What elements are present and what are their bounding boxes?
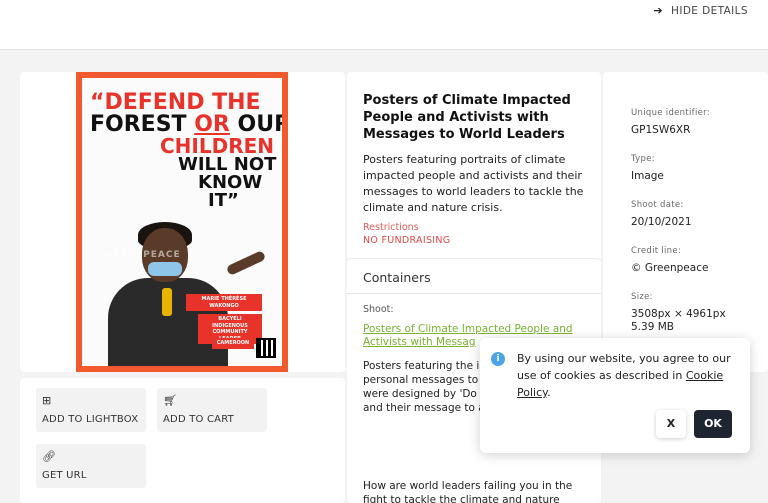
detail-label: Size: [631,292,653,302]
detail-label: Credit line: [631,246,682,256]
poster-name-label: MARIE THÉRÈSE WAKONGO [186,294,262,311]
containers-question: How are world leaders failing you in the… [363,480,573,503]
description-panel: Posters of Climate Impacted People and A… [347,72,601,260]
poster-quote-line: KNOW [198,172,263,193]
shoot-label: Shoot: [363,304,394,315]
poster-artwork: “DEFEND THE FOREST OR OUR CHILDREN WILL … [82,78,282,366]
details-panel: Unique identifier: GP1SW6XR Type: Image … [603,72,768,372]
detail-value: 20/10/2021 [631,216,692,228]
detail-value: © Greenpeace [631,262,709,274]
detail-value: 5.39 MB [631,321,674,333]
info-icon: i [491,352,505,366]
portrait-microphone [162,288,172,316]
detail-unique-identifier: Unique identifier: GP1SW6XR [631,108,710,137]
poster-watermark: GREENPEACE [104,250,181,260]
restrictions-value: NO FUNDRAISING [363,235,451,246]
cookie-text-end: . [547,386,551,399]
poster-quote-line: “DEFEND THE [90,90,261,115]
cookie-consent-popup: i By using our website, you agree to our… [480,338,750,453]
detail-size: Size: 3508px × 4961px 5.39 MB [631,292,726,334]
restrictions-label: Restrictions [363,222,419,233]
poster-quote: “DEFEND THE FOREST OR OUR CHILDREN WILL … [90,92,282,210]
add-to-cart-label: ADD TO CART [163,414,234,425]
image-preview-panel: “DEFEND THE FOREST OR OUR CHILDREN WILL … [20,72,345,372]
poster-image[interactable]: “DEFEND THE FOREST OR OUR CHILDREN WILL … [76,72,288,372]
detail-value: Image [631,170,664,182]
add-to-cart-button[interactable]: 🛒︎ ADD TO CART [157,388,267,432]
detail-credit-line: Credit line: © Greenpeace [631,246,708,275]
top-bar: ➔ HIDE DETAILS [0,0,768,50]
hide-details-button[interactable]: ➔ HIDE DETAILS [653,4,748,17]
plus-square-icon: ⊞ [42,394,52,407]
link-icon: 🔗︎ [42,450,56,463]
add-to-lightbox-button[interactable]: ⊞ ADD TO LIGHTBOX [36,388,146,432]
containers-heading: Containers [363,270,431,285]
arrow-right-icon: ➔ [653,4,664,17]
qr-code-icon [256,338,276,358]
poster-country-label: CAMEROON [212,338,254,349]
asset-description: Posters featuring portraits of climate i… [363,153,584,214]
portrait-arm [225,250,267,276]
cookie-ok-button[interactable]: OK [694,410,732,438]
poster-quote-line: CHILDREN [160,134,275,158]
detail-type: Type: Image [631,154,664,183]
get-url-button[interactable]: 🔗︎ GET URL [36,444,146,488]
poster-quote-line: FOREST OR OUR [90,112,282,137]
poster-quote-line: IT” [208,190,239,211]
detail-label: Unique identifier: [631,108,710,118]
hide-details-label: HIDE DETAILS [671,4,748,17]
detail-shoot-date: Shoot date: 20/10/2021 [631,200,692,229]
actions-panel: ⊞ ADD TO LIGHTBOX 🛒︎ ADD TO CART 🔗︎ GET … [20,378,345,503]
add-to-lightbox-label: ADD TO LIGHTBOX [42,414,139,425]
detail-value: GP1SW6XR [631,124,691,136]
detail-value: 3508px × 4961px [631,308,726,320]
detail-label: Type: [631,154,655,164]
cookie-close-button[interactable]: X [656,410,686,438]
portrait-mask [148,262,182,276]
get-url-label: GET URL [42,470,87,481]
cart-icon: 🛒︎ [163,394,177,407]
cookie-message: By using our website, you agree to our u… [517,350,732,401]
asset-title: Posters of Climate Impacted People and A… [363,93,571,142]
detail-label: Shoot date: [631,200,684,210]
divider [347,293,601,294]
